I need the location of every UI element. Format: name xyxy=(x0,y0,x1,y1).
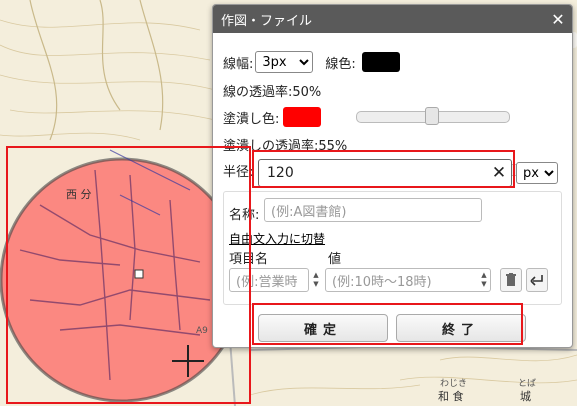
dialog-title: 作図・ファイル xyxy=(221,13,313,29)
name-input[interactable]: (例:A図書館) xyxy=(264,198,482,222)
close-button[interactable]: 終了 xyxy=(396,314,526,342)
line-color-label: 線色: xyxy=(325,56,356,72)
map-label-area: 城 xyxy=(520,390,531,403)
free-text-toggle-link[interactable]: 自由文入力に切替 xyxy=(229,230,325,247)
radius-input[interactable]: 120 ✕ xyxy=(258,159,512,187)
drawing-dialog: 作図・ファイル ✕ 線幅: 3px 線色: 線の透過率:50% 塗潰し色: 塗潰… xyxy=(212,4,573,348)
radius-value[interactable]: 120 xyxy=(259,165,487,181)
value-input[interactable]: (例:10時～18時) xyxy=(325,268,491,292)
radius-label: 半径: xyxy=(223,165,254,180)
name-label: 名称: xyxy=(229,208,260,223)
attribute-panel: 名称: (例:A図書館) 自由文入力に切替 項目名 値 (例:営業時 ▲ ▼ (例… xyxy=(223,191,562,305)
fill-color-swatch[interactable] xyxy=(283,107,322,127)
line-color-swatch[interactable] xyxy=(361,52,400,72)
return-icon[interactable] xyxy=(526,268,548,292)
close-icon[interactable]: ✕ xyxy=(544,5,572,33)
item-name-header: 項目名 xyxy=(229,252,269,267)
value-spinner[interactable]: ▲ ▼ xyxy=(478,269,490,291)
line-opacity-label: 線の透過率:50% xyxy=(223,85,322,100)
confirm-button[interactable]: 確定 xyxy=(258,314,388,342)
item-name-spinner[interactable]: ▲ ▼ xyxy=(310,269,322,291)
map-label-area: 和 食 xyxy=(438,390,464,403)
line-opacity-slider[interactable] xyxy=(356,107,510,125)
line-width-label: 線幅: xyxy=(223,56,254,72)
fill-color-label: 塗潰し色: xyxy=(223,111,280,127)
value-header: 値 xyxy=(328,252,342,267)
map-label-elevation: A9 xyxy=(196,326,208,336)
item-name-input[interactable]: (例:営業時 xyxy=(229,268,309,292)
radius-unit-select[interactable]: px xyxy=(516,162,558,184)
trash-icon[interactable] xyxy=(500,268,522,292)
line-width-select[interactable]: 3px xyxy=(255,51,314,73)
clear-icon[interactable]: ✕ xyxy=(487,163,511,183)
fill-opacity-label: 塗潰しの透過率:55% xyxy=(223,139,348,154)
map-label-area: 西 分 xyxy=(66,188,92,201)
dialog-titlebar[interactable]: 作図・ファイル ✕ xyxy=(213,5,572,33)
slider-thumb[interactable] xyxy=(425,107,439,125)
